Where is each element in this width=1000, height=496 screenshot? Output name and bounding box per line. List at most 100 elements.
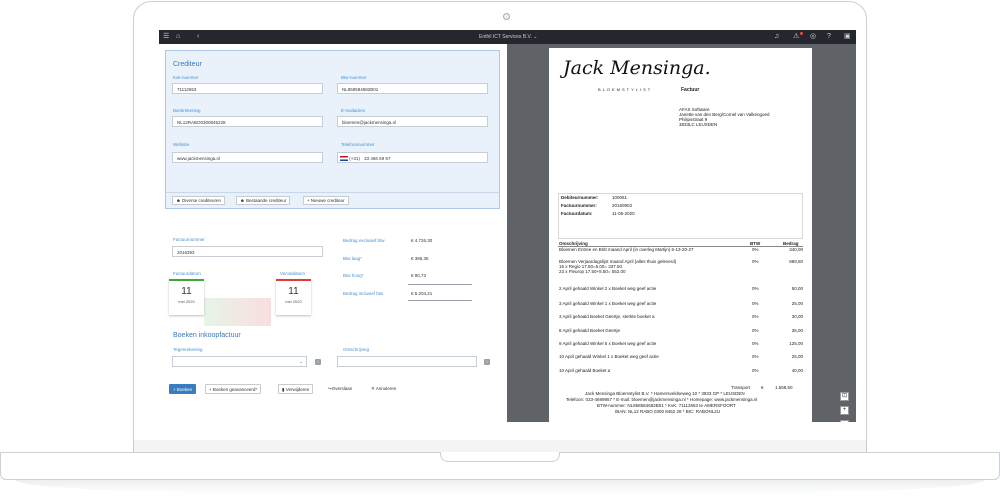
line-description: 3 April gehaald Winkel 1 x Boeket weg ge…: [559, 301, 657, 306]
help-icon[interactable]: ?: [827, 33, 831, 40]
meta-value: 20160903: [612, 203, 633, 208]
vervaldatum-bar: [276, 279, 311, 281]
diverse-crediteuren-button[interactable]: ☻ Diverse crediteuren: [172, 196, 226, 205]
bedrag-excl-label: Bedrag exclusief btw: [343, 238, 385, 243]
line-btw: 0%: [752, 341, 759, 346]
factuurdatum-label: Factuurdatum: [173, 271, 201, 276]
crediteur-title: Crediteur: [173, 61, 202, 68]
flag-nl-icon[interactable]: [340, 156, 348, 162]
bedrag-excl-value: € 4.726,30: [411, 238, 433, 243]
line-btw: 0%: [752, 286, 759, 291]
close-icon: ✕: [371, 386, 375, 391]
website-field[interactable]: www.jackmensinga.nl: [172, 152, 323, 163]
crediteur-button-row: ☻ Diverse crediteuren ☻ Bestaande credit…: [165, 192, 500, 209]
vervaldatum-day: 11: [288, 286, 299, 297]
line-amount: 25,00: [791, 354, 803, 359]
warning-icon[interactable]: ⚠: [793, 33, 799, 40]
kvk-field[interactable]: 71112653: [172, 83, 323, 94]
logo-signature: Jack Mensinga.: [563, 57, 711, 79]
vervaldatum-label: Vervaldatum: [280, 271, 306, 276]
back-icon[interactable]: ‹: [197, 33, 199, 40]
phone-label: Telefoonnummer: [341, 142, 375, 147]
line-btw: 0%: [752, 301, 759, 306]
bell-icon[interactable]: ♫: [774, 33, 779, 40]
zoom-out-button[interactable]: −: [840, 420, 849, 422]
factuurnummer-label: Factuurnummer: [173, 237, 205, 242]
check-circle-icon[interactable]: ◎: [810, 33, 816, 40]
line-amount: 30,00: [791, 314, 803, 319]
menu-icon[interactable]: ☰: [163, 33, 169, 40]
diverse-label: Diverse crediteuren: [182, 198, 222, 203]
document-viewer: Jack Mensinga. BLOEMSTYLIST Factuur AFAS…: [507, 44, 856, 422]
btw-laag-value[interactable]: € 386,35: [411, 256, 429, 261]
sum-divider: [408, 284, 472, 285]
factuurdatum-month: mei 2020: [178, 299, 195, 304]
phone-prefix: (+31): [349, 156, 360, 161]
annuleren-button[interactable]: ✕ Annuleren: [371, 386, 396, 392]
laptop-hinge: [133, 440, 867, 452]
logo-subtitle: BLOEMSTYLIST: [598, 87, 653, 92]
footer-line: Jack Mensinga Bloemstylist B.V. * Hamers…: [585, 391, 745, 396]
boeken-button[interactable]: + Boeken: [169, 384, 197, 394]
bank-field[interactable]: NL12RABO0300845228: [172, 116, 323, 127]
btw-nummer-label: Btw-nummer: [341, 75, 367, 80]
notification-badge: [800, 32, 803, 35]
form-panel: Crediteur Kvk-nummer 71112653 Btw-nummer…: [159, 44, 507, 422]
zoom-in-button[interactable]: +: [840, 406, 849, 415]
verwijderen-button[interactable]: ▮ Verwijderen: [278, 384, 314, 394]
meta-value: 11-05-2020: [612, 211, 635, 216]
home-icon[interactable]: ⌂: [176, 33, 180, 40]
vervaldatum-month: mei 2020: [285, 299, 302, 304]
factuurnummer-field[interactable]: 2016393: [172, 246, 323, 257]
phone-field[interactable]: (+31) 33 466 69 57: [337, 152, 488, 163]
tegenrekening-select[interactable]: ⌄: [172, 356, 307, 367]
phone-number: 33 466 69 57: [364, 156, 391, 161]
info-icon[interactable]: i: [315, 359, 321, 365]
overslaan-label: Overslaan: [331, 386, 353, 391]
boeken-geavanceerd-button[interactable]: + Boeken geavanceerd*: [205, 384, 262, 394]
btw-nummer-field[interactable]: NL858584682B01: [337, 83, 488, 94]
chevron-down-icon: ⌄: [299, 359, 303, 364]
info-icon[interactable]: i: [484, 359, 490, 365]
btw-hoog-value[interactable]: € 90,73: [411, 273, 426, 278]
line-description: Bloemen Entree en Britt maand April (in …: [559, 247, 694, 252]
overslaan-button[interactable]: ↪Overslaan: [328, 386, 352, 392]
footer-line: BTW-nummer: NL858584682B01 * KvK: 711126…: [597, 403, 736, 408]
line-amount: 50,00: [791, 286, 803, 291]
line-description: 3 April gehaald Boeket Geertje, sterkte …: [559, 314, 655, 319]
line-description: 10 April gehaald Winkel 1 x Boeket weg g…: [559, 354, 659, 359]
meta-label: Debiteurnummer:: [561, 195, 599, 200]
line-btw: 0%: [752, 259, 759, 264]
laptop-shadow: [15, 480, 985, 494]
footer-line: Telefoon: 033-4699957 * E-mail: bloemen@…: [566, 397, 758, 402]
btw-laag-label: Btw laag*: [343, 256, 363, 261]
verwijderen-label: Verwijderen: [285, 387, 310, 392]
line-amount: 25,00: [791, 301, 803, 306]
camera-icon: [503, 13, 510, 20]
vervaldatum-card[interactable]: 11 mei 2020: [276, 279, 311, 315]
fit-page-button[interactable]: ⊡: [840, 392, 849, 401]
user-icon: ☻: [240, 198, 245, 203]
transport-value: 1.558,50: [775, 385, 793, 390]
bank-label: Bankrekening: [173, 108, 201, 113]
app-screen: ☰ ⌂ ‹ Enthil ICT Services B.V. ⌄ ♫ ⚠ ◎ ?…: [159, 30, 856, 422]
boeken-title: Boeken inkoopfactuur: [173, 332, 241, 339]
nieuwe-crediteur-button[interactable]: + Nieuwe crediteur: [303, 196, 349, 205]
factuurdatum-card[interactable]: 11 mei 2020: [169, 279, 204, 315]
date-range-indicator: [204, 298, 271, 326]
line-btw: 0%: [752, 354, 759, 359]
line-description: 23 x Fleurop 17.50+8.50= 552.00: [559, 269, 626, 274]
window-icon[interactable]: ▣: [844, 33, 851, 40]
line-description: 8 April gehaald Boeket Geertje: [559, 328, 621, 333]
total-underline: [408, 300, 472, 301]
meta-label: Factuurnummer:: [561, 203, 597, 208]
omschrijving-field[interactable]: [337, 356, 477, 367]
laptop-notch: [440, 452, 560, 462]
email-field[interactable]: bloemen@jackmensinga.nl: [337, 116, 488, 127]
omschrijving-label: Omschrijving: [343, 347, 370, 352]
bestaande-label: Bestaande crediteur: [246, 198, 287, 203]
line-amount: 35,00: [791, 328, 803, 333]
company-selector[interactable]: Enthil ICT Services B.V. ⌄: [479, 34, 537, 40]
bestaande-crediteur-button[interactable]: ☻ Bestaande crediteur: [236, 196, 291, 205]
line-btw: 0%: [752, 328, 759, 333]
